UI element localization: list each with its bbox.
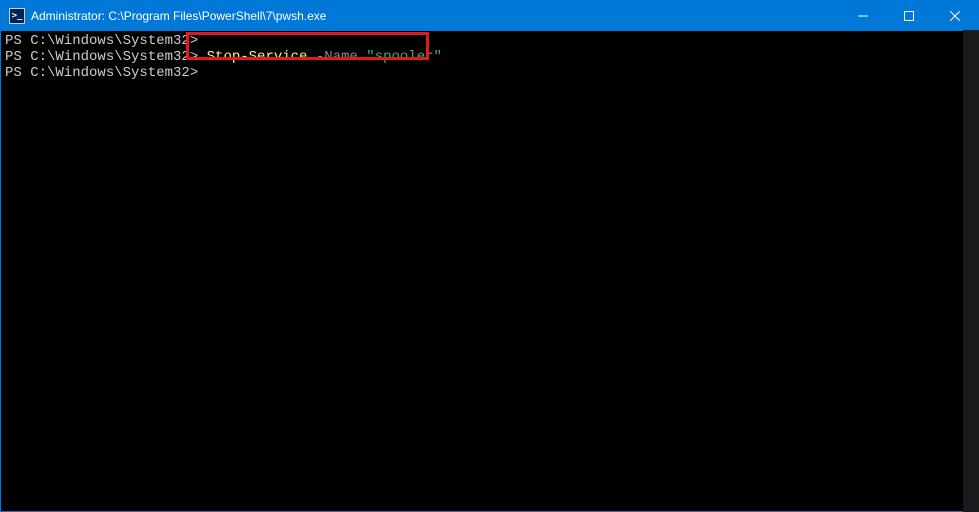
prompt: PS C:\Windows\System32> (5, 33, 198, 49)
minimize-button[interactable] (840, 1, 886, 31)
maximize-icon (904, 11, 914, 21)
powershell-window: >_ Administrator: C:\Program Files\Power… (0, 0, 979, 512)
titlebar[interactable]: >_ Administrator: C:\Program Files\Power… (1, 1, 978, 31)
terminal-area[interactable]: PS C:\Windows\System32> PS C:\Windows\Sy… (1, 31, 978, 511)
terminal-line: PS C:\Windows\System32> Stop-Service -Na… (5, 49, 974, 65)
terminal-line: PS C:\Windows\System32> (5, 65, 974, 81)
maximize-button[interactable] (886, 1, 932, 31)
window-title: Administrator: C:\Program Files\PowerShe… (31, 9, 840, 23)
vertical-scrollbar[interactable] (963, 30, 979, 512)
prompt: PS C:\Windows\System32> (5, 49, 198, 65)
command-string: "spooler" (366, 49, 442, 65)
command-cmdlet: Stop-Service (207, 49, 308, 65)
minimize-icon (858, 11, 868, 21)
close-icon (950, 11, 960, 21)
prompt: PS C:\Windows\System32> (5, 65, 198, 81)
close-button[interactable] (932, 1, 978, 31)
terminal-line: PS C:\Windows\System32> (5, 33, 974, 49)
window-controls (840, 1, 978, 31)
command-param: -Name (316, 49, 358, 65)
powershell-icon: >_ (9, 8, 25, 24)
